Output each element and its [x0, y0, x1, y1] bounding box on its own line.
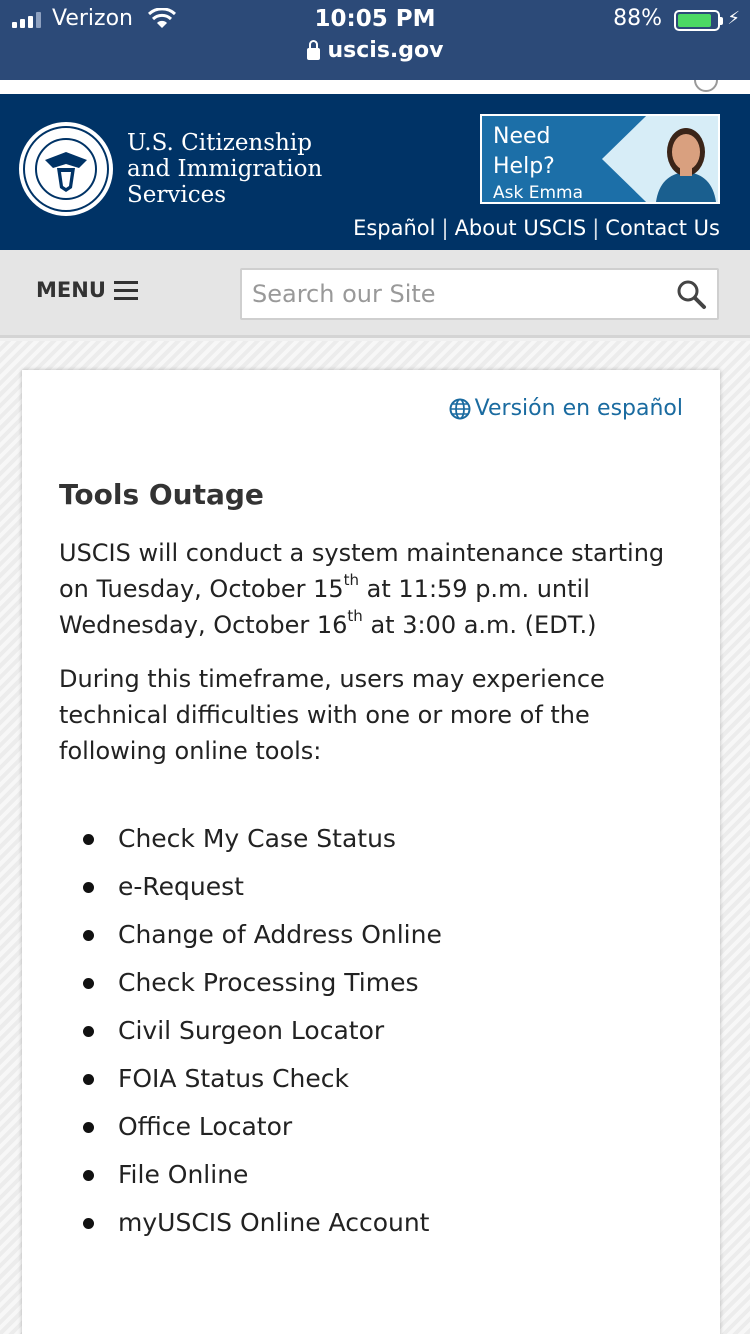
- menu-button[interactable]: MENU: [36, 278, 138, 302]
- search-icon[interactable]: [675, 278, 707, 310]
- battery-percent: 88%: [613, 6, 662, 31]
- content-card: Versión en español Tools Outage USCIS wi…: [22, 370, 720, 1334]
- list-item: Civil Surgeon Locator: [59, 1007, 695, 1055]
- article-body: Tools Outage USCIS will conduct a system…: [59, 478, 695, 1247]
- globe-icon: [694, 80, 718, 92]
- agency-line-2: and Immigration: [127, 156, 323, 182]
- battery-icon: [674, 10, 723, 31]
- link-espanol[interactable]: Español: [353, 216, 435, 240]
- list-item: e-Request: [59, 863, 695, 911]
- page-top-sliver: [0, 80, 750, 94]
- list-item: FOIA Status Check: [59, 1055, 695, 1103]
- list-item: Change of Address Online: [59, 911, 695, 959]
- help-line-1: Need: [493, 124, 551, 149]
- ask-emma-banner[interactable]: Need Help? Ask Emma: [480, 114, 720, 204]
- search-input[interactable]: [252, 278, 652, 310]
- spanish-version-link[interactable]: Versión en español: [449, 396, 683, 421]
- list-item: myUSCIS Online Account: [59, 1199, 695, 1247]
- battery-level-fill: [678, 14, 712, 27]
- list-item: Check My Case Status: [59, 815, 695, 863]
- nav-bar: MENU: [0, 250, 750, 338]
- link-about-uscis[interactable]: About USCIS: [455, 216, 587, 240]
- link-contact-us[interactable]: Contact Us: [605, 216, 720, 240]
- spanish-version-label: Versión en español: [474, 396, 683, 421]
- utility-links: Español | About USCIS | Contact Us: [353, 216, 720, 240]
- ordinal-suffix: th: [347, 607, 363, 625]
- timeframe-paragraph: During this timeframe, users may experie…: [59, 665, 605, 765]
- site-header: U.S. Citizenship and Immigration Service…: [0, 94, 750, 250]
- agency-wordmark[interactable]: U.S. Citizenship and Immigration Service…: [127, 130, 322, 208]
- affected-tools-list: Check My Case Status e-Request Change of…: [59, 815, 695, 1247]
- address-bar[interactable]: uscis.gov: [0, 38, 750, 63]
- dhs-seal-logo[interactable]: [19, 122, 113, 216]
- ordinal-suffix: th: [343, 571, 360, 589]
- help-line-2: Help?: [493, 154, 555, 179]
- hamburger-icon: [113, 280, 138, 300]
- url-text: uscis.gov: [327, 38, 444, 63]
- link-separator: |: [592, 216, 600, 240]
- search-box: [240, 268, 719, 320]
- charging-bolt-icon: ⚡: [727, 8, 740, 29]
- agency-line-1: U.S. Citizenship: [127, 130, 312, 156]
- agency-line-3: Services: [127, 182, 227, 208]
- help-line-3: Ask Emma: [493, 183, 584, 203]
- list-item: File Online: [59, 1151, 695, 1199]
- para1-text-c: at 3:00 a.m. (EDT.): [362, 611, 597, 639]
- link-separator: |: [441, 216, 449, 240]
- list-item: Office Locator: [59, 1103, 695, 1151]
- ios-status-bar: Verizon 10:05 PM 88% ⚡ uscis.gov: [0, 0, 750, 80]
- page-title: Tools Outage: [59, 478, 264, 511]
- maintenance-paragraph: USCIS will conduct a system maintenance …: [59, 535, 695, 643]
- list-item: Check Processing Times: [59, 959, 695, 1007]
- globe-icon: [449, 398, 471, 419]
- menu-label: MENU: [36, 278, 106, 302]
- emma-avatar: [602, 116, 718, 202]
- lock-icon: [306, 39, 320, 60]
